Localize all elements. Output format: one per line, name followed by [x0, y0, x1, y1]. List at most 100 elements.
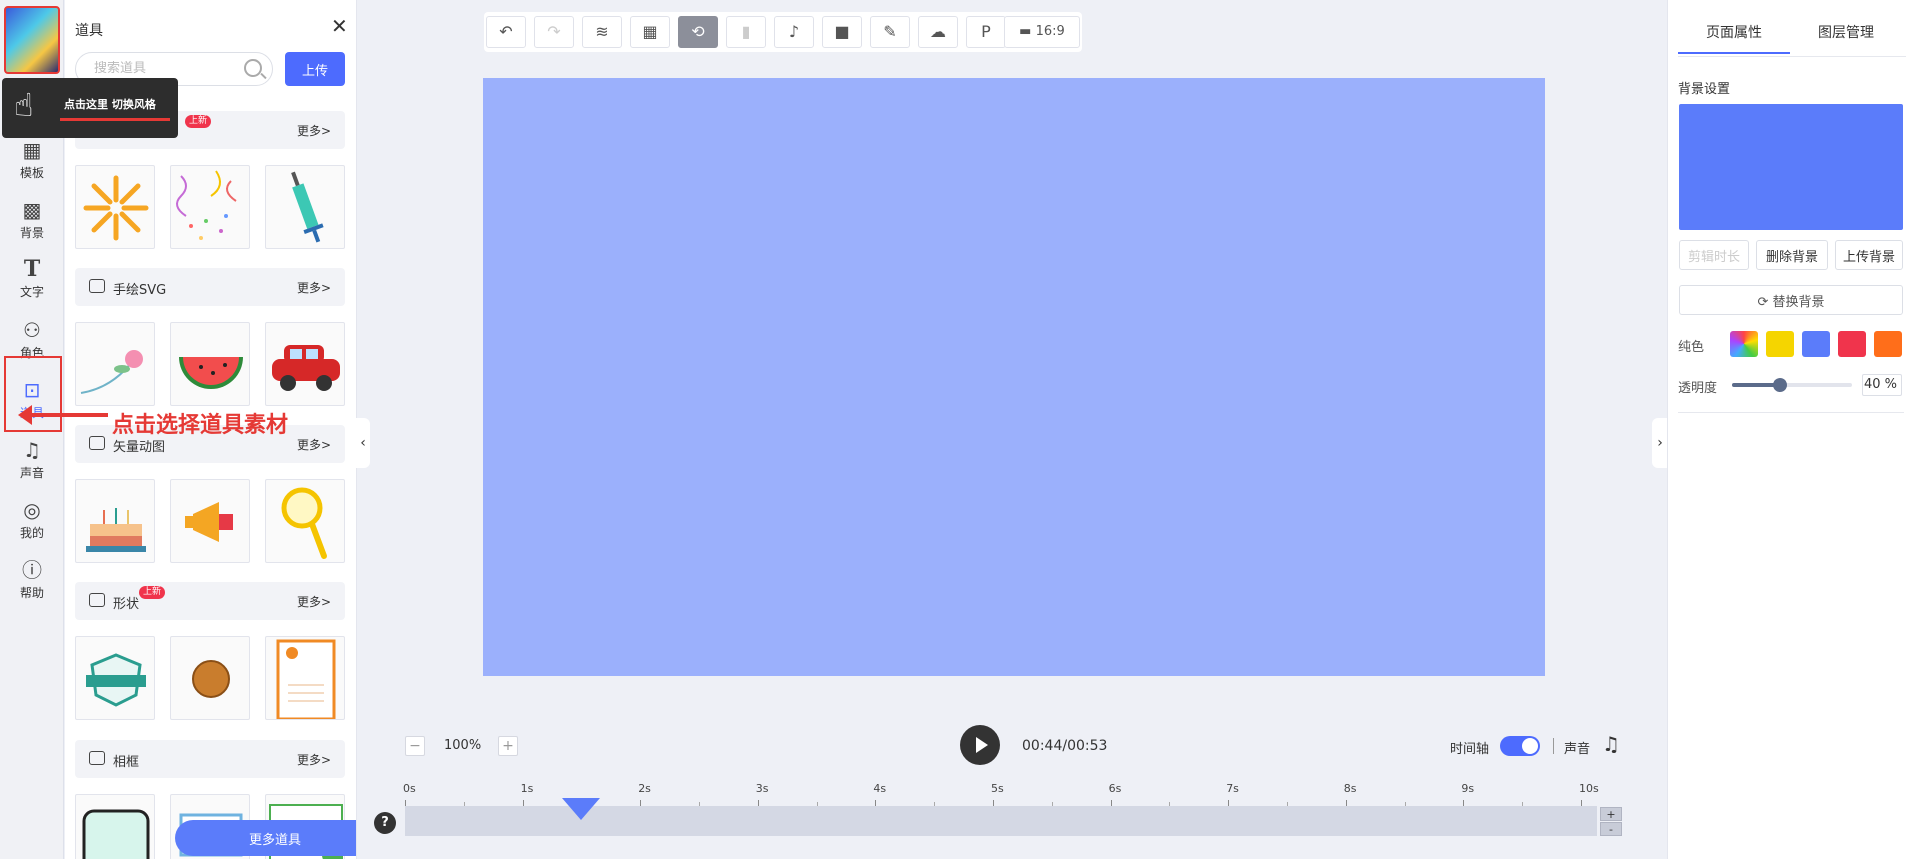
sound-label: 声音 — [1564, 742, 1591, 757]
camera-icon[interactable]: ■ — [822, 16, 862, 48]
undo-icon[interactable]: ↶ — [486, 16, 526, 48]
zoom-in-button[interactable]: + — [498, 736, 518, 756]
tab-layer-management[interactable]: 图层管理 — [1790, 22, 1902, 54]
color-picker-swatch[interactable] — [1730, 331, 1758, 357]
opacity-input[interactable]: 40 % — [1862, 374, 1902, 396]
upload-button[interactable]: 上传 — [285, 52, 345, 86]
rail-item-background[interactable]: ▩ 背景 — [0, 196, 64, 254]
rail-item-text[interactable]: T 文字 — [0, 255, 64, 313]
close-icon[interactable]: ✕ — [331, 14, 348, 38]
track-zoom-in-button[interactable]: + — [1600, 807, 1622, 821]
divider — [1553, 738, 1554, 754]
checker-icon: ▩ — [22, 198, 42, 222]
more-link[interactable]: 更多> — [297, 751, 331, 768]
track-zoom-out-button[interactable]: - — [1600, 822, 1622, 836]
aspect-ratio-label: 16:9 — [1035, 24, 1065, 39]
hand-pointer-icon: ☝ — [14, 86, 34, 124]
play-button[interactable] — [960, 725, 1000, 765]
upload-bg-button[interactable]: 上传背景 — [1835, 240, 1903, 270]
swatch-yellow[interactable] — [1766, 331, 1794, 357]
prop-thumb-syringe[interactable] — [265, 165, 345, 249]
search-input[interactable] — [94, 61, 244, 76]
replace-bg-button[interactable]: ⟳ 替换背景 — [1679, 285, 1903, 315]
timeline-toggle[interactable] — [1500, 736, 1540, 756]
pencil-icon[interactable]: ✎ — [870, 16, 910, 48]
opacity-slider[interactable] — [1732, 378, 1852, 392]
tick-label: 1s — [520, 782, 534, 795]
bg-preview[interactable] — [1679, 104, 1903, 230]
prop-thumb-car[interactable] — [265, 322, 345, 406]
editor-toolbar: ↶ ↷ ≋ ▦ ⟲ ▮ ♪ ■ ✎ ☁ P ▬ 16:9 — [484, 12, 1082, 52]
redo-icon[interactable]: ↷ — [534, 16, 574, 48]
section-header-shapes: 形状 上新 更多> — [75, 582, 345, 620]
tick-label: 2s — [638, 782, 651, 795]
prop-thumb-megaphone[interactable] — [170, 479, 250, 563]
prop-thumb-badge[interactable] — [75, 636, 155, 720]
people-icon: ⚇ — [23, 318, 41, 342]
trim-duration-button[interactable]: 剪辑时长 — [1679, 240, 1749, 270]
prop-thumb-flower[interactable] — [75, 322, 155, 406]
parking-icon[interactable]: P — [966, 16, 1006, 48]
delete-bg-button[interactable]: 删除背景 — [1756, 240, 1828, 270]
more-props-button[interactable]: 更多道具 — [175, 820, 356, 856]
annotation-arrow — [18, 405, 108, 425]
prop-thumb-tv-frame[interactable] — [75, 794, 155, 859]
prop-thumb-confetti[interactable] — [170, 165, 250, 249]
grid-icon[interactable]: ▦ — [630, 16, 670, 48]
image-icon — [89, 436, 105, 450]
rail-item-help[interactable]: ⓘ 帮助 — [0, 556, 64, 614]
prop-thumb-coin[interactable] — [170, 636, 250, 720]
music-icon[interactable]: ♫ — [1602, 732, 1620, 756]
help-icon[interactable]: ? — [374, 812, 396, 834]
props-highlight-box — [4, 356, 62, 432]
properties-panel: 页面属性 图层管理 背景设置 剪辑时长 删除背景 上传背景 ⟳ 替换背景 纯色 … — [1667, 0, 1913, 859]
zoom-out-button[interactable]: − — [405, 736, 425, 756]
layers-icon[interactable]: ≋ — [582, 16, 622, 48]
timeline-label: 时间轴 — [1450, 742, 1490, 757]
collapse-left-panel-button[interactable]: ‹ — [356, 418, 370, 468]
rail-item-templates[interactable]: ▦ 模板 — [0, 136, 64, 194]
replace-bg-label: 替换背景 — [1772, 294, 1825, 310]
search-icon[interactable] — [244, 59, 262, 77]
tick-label: 0s — [403, 782, 416, 795]
playhead[interactable] — [562, 798, 601, 820]
help-icon: ⓘ — [22, 558, 42, 582]
rail-label: 帮助 — [19, 586, 44, 600]
prop-thumb-frame[interactable] — [265, 636, 345, 720]
opacity-label: 透明度 — [1678, 381, 1718, 396]
swatch-red[interactable] — [1838, 331, 1866, 357]
prop-thumb-cake[interactable] — [75, 479, 155, 563]
tab-page-properties[interactable]: 页面属性 — [1678, 22, 1790, 54]
opacity-unit: % — [1884, 377, 1897, 392]
prop-thumb-magnifier[interactable] — [265, 479, 345, 563]
swatch-blue[interactable] — [1802, 331, 1830, 357]
mic-icon[interactable]: ♪ — [774, 16, 814, 48]
style-switch-logo[interactable] — [4, 6, 60, 74]
prop-thumb-watermelon[interactable] — [170, 322, 250, 406]
style-tooltip: ☝ 点击这里 切换风格 — [2, 78, 178, 138]
tooltip-underline — [60, 118, 170, 121]
aspect-ratio-button[interactable]: ▬ 16:9 — [1004, 16, 1080, 48]
more-link[interactable]: 更多> — [297, 279, 331, 296]
opacity-slider-handle[interactable] — [1773, 378, 1787, 392]
shape-icon — [89, 593, 105, 607]
paint-roller-icon[interactable]: ▮ — [726, 16, 766, 48]
screen-icon: ▬ — [1019, 24, 1032, 39]
more-link[interactable]: 更多> — [297, 593, 331, 610]
stage-canvas[interactable] — [483, 78, 1545, 676]
swatch-orange[interactable] — [1874, 331, 1902, 357]
panel-title: 道具 — [75, 23, 103, 39]
music-icon: ♫ — [23, 438, 41, 462]
collapse-right-panel-button[interactable]: › — [1652, 418, 1668, 468]
cloud-upload-icon[interactable]: ☁ — [918, 16, 958, 48]
rail-label: 模板 — [19, 166, 44, 180]
annotation-text: 点击选择道具素材 — [112, 413, 289, 438]
new-badge: 上新 — [185, 115, 212, 128]
rail-item-sound[interactable]: ♫ 声音 — [0, 436, 64, 494]
magnet-icon[interactable]: ⟲ — [678, 16, 718, 48]
rail-item-mine[interactable]: ◎ 我的 — [0, 496, 64, 554]
more-link[interactable]: 更多> — [297, 436, 331, 453]
more-link[interactable]: 更多> — [297, 122, 331, 139]
prop-thumb-fireworks[interactable] — [75, 165, 155, 249]
user-icon: ◎ — [23, 498, 41, 522]
